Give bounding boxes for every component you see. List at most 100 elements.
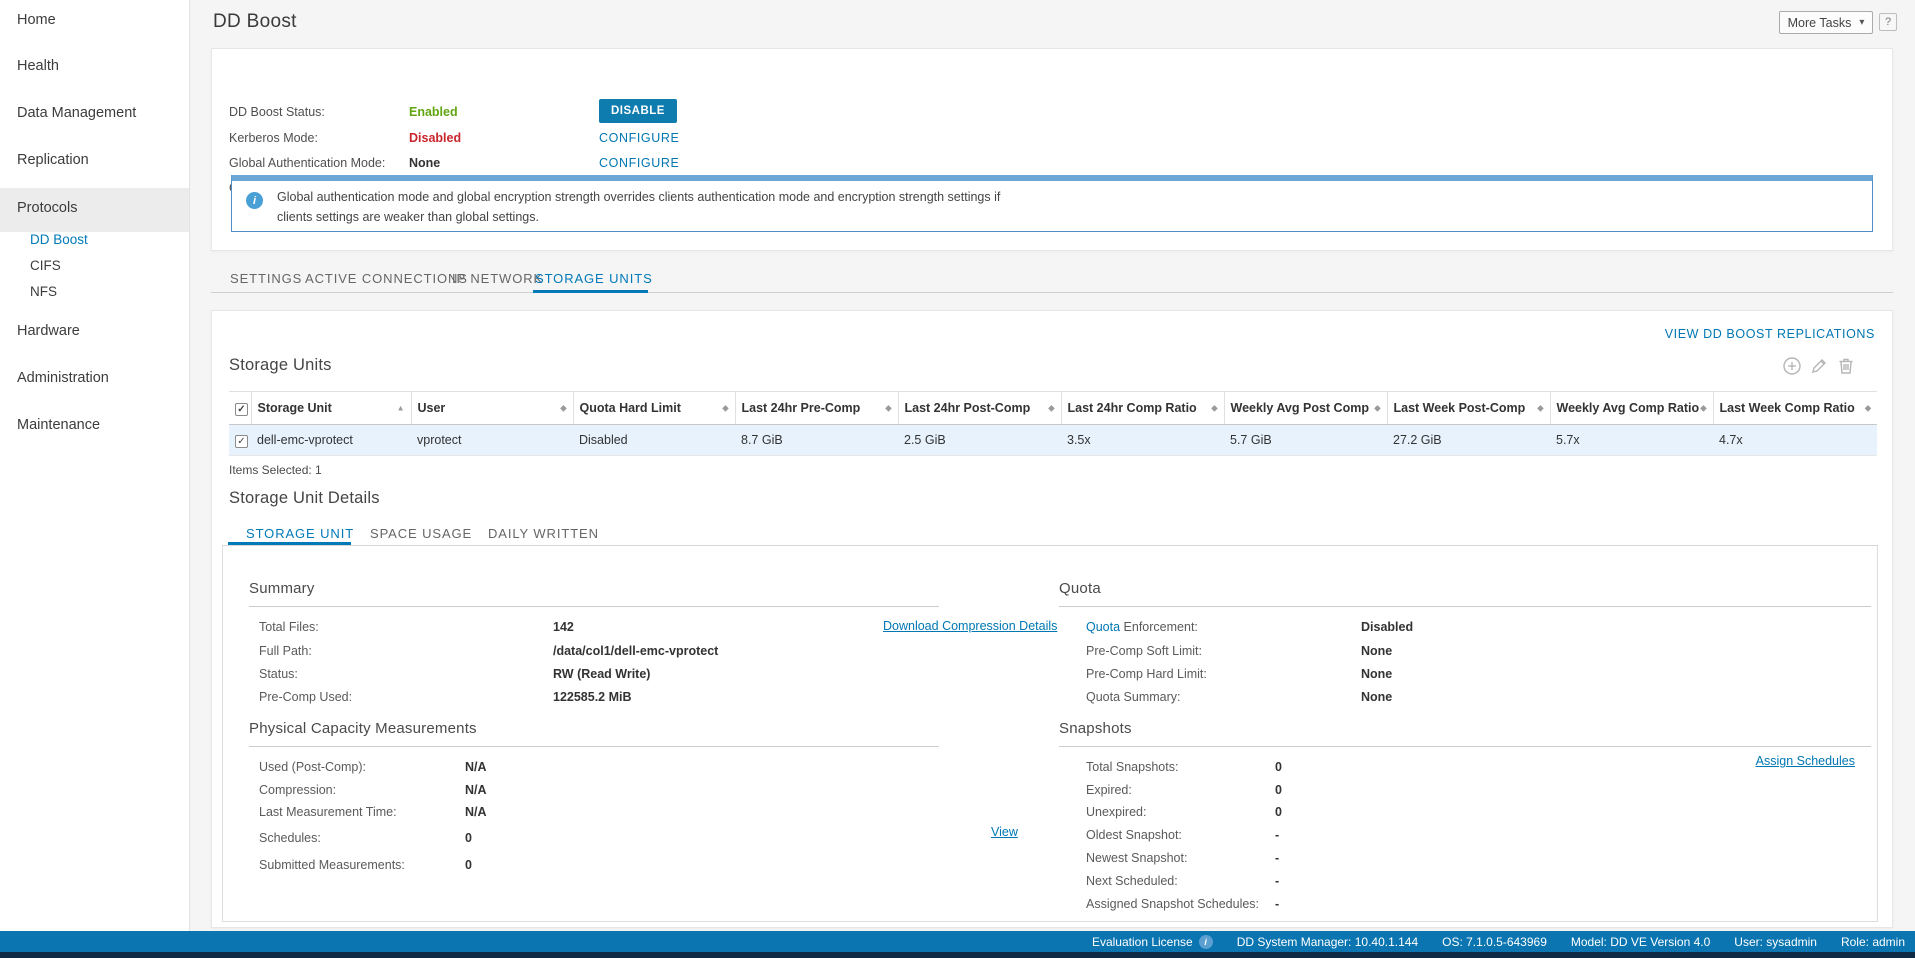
view-link[interactable]: View <box>991 825 1018 839</box>
help-button[interactable]: ? <box>1879 13 1897 31</box>
column-header-user[interactable]: User ◆ <box>411 392 573 425</box>
more-tasks-button[interactable]: More Tasks ▾ <box>1779 11 1873 34</box>
edit-storage-unit-button[interactable] <box>1809 356 1829 376</box>
column-header-last24-ratio[interactable]: Last 24hr Comp Ratio◆ <box>1061 392 1224 425</box>
total-snapshots-link[interactable]: Total Snapshots: <box>1086 760 1178 774</box>
oldest-snapshot-label: Oldest Snapshot: <box>1086 828 1182 842</box>
cell-quota-hard-limit: Disabled <box>573 425 735 456</box>
precomp-used-value: 122585.2 MiB <box>553 690 632 704</box>
column-label: User <box>418 401 446 415</box>
total-files-label: Total Files: <box>259 620 319 634</box>
tab-space-usage[interactable]: SPACE USAGE <box>370 526 472 541</box>
sidebar-item-replication[interactable]: Replication <box>17 152 89 168</box>
compression-value: N/A <box>465 783 487 797</box>
schedules-label: Schedules: <box>259 831 321 845</box>
status-label: Status: <box>259 667 298 681</box>
schedules-value: 0 <box>465 831 472 845</box>
page-title: DD Boost <box>213 11 297 33</box>
column-header-lastweek-ratio[interactable]: Last Week Comp Ratio◆ <box>1713 392 1877 425</box>
configure-auth-link[interactable]: CONFIGURE <box>599 156 679 170</box>
tab-active-connections[interactable]: ACTIVE CONNECTIONS <box>305 271 468 286</box>
sidebar-item-data-management[interactable]: Data Management <box>17 105 136 121</box>
tab-storage-unit[interactable]: STORAGE UNIT <box>246 526 354 541</box>
status-value: RW (Read Write) <box>553 667 650 681</box>
tabs-divider <box>211 292 1893 293</box>
tab-storage-units[interactable]: STORAGE UNITS <box>535 271 653 286</box>
storage-units-heading: Storage Units <box>229 356 332 375</box>
cell-last24-precomp: 8.7 GiB <box>735 425 898 456</box>
oldest-snapshot-value: - <box>1275 828 1279 842</box>
plus-circle-icon <box>1782 356 1802 376</box>
cell-last24-ratio: 3.5x <box>1061 425 1224 456</box>
disable-button[interactable]: DISABLE <box>599 99 677 123</box>
cell-user: vprotect <box>411 425 573 456</box>
enforcement-label-text: Enforcement: <box>1124 620 1198 634</box>
assigned-snapshot-schedules-value: - <box>1275 897 1279 911</box>
pencil-icon <box>1809 356 1829 376</box>
sidebar-item-nfs[interactable]: NFS <box>30 284 57 299</box>
tab-daily-written[interactable]: DAILY WRITTEN <box>488 526 599 541</box>
assign-schedules-link[interactable]: Assign Schedules <box>1756 754 1855 768</box>
user-text: User: sysadmin <box>1734 935 1817 949</box>
next-scheduled-label: Next Scheduled: <box>1086 874 1178 888</box>
next-scheduled-value: - <box>1275 874 1279 888</box>
select-all-checkbox[interactable]: ✓ <box>235 403 248 416</box>
sidebar-item-home[interactable]: Home <box>17 12 56 28</box>
column-header-storage-unit[interactable]: Storage Unit▲ <box>251 392 411 425</box>
precomp-hard-limit-value: None <box>1361 667 1392 681</box>
expired-label: Expired: <box>1086 783 1132 797</box>
system-manager-ip-text: DD System Manager: 10.40.1.144 <box>1237 935 1418 949</box>
column-header-quota-hard-limit[interactable]: Quota Hard Limit◆ <box>573 392 735 425</box>
add-storage-unit-button[interactable] <box>1782 356 1802 376</box>
total-files-value: 142 <box>553 620 574 634</box>
row-checkbox[interactable]: ✓ <box>235 435 248 448</box>
sidebar-item-dd-boost[interactable]: DD Boost <box>30 232 88 247</box>
submitted-measurements-value: 0 <box>465 858 472 872</box>
tab-settings[interactable]: SETTINGS <box>230 271 302 286</box>
info-icon: i <box>246 192 263 209</box>
dd-boost-status-label: DD Boost Status: <box>229 105 325 119</box>
column-header-last24-postcomp[interactable]: Last 24hr Post-Comp◆ <box>898 392 1061 425</box>
configure-kerberos-link[interactable]: CONFIGURE <box>599 131 679 145</box>
chevron-down-icon: ▾ <box>1859 17 1864 28</box>
cell-lastweek-ratio: 4.7x <box>1713 425 1877 456</box>
storage-unit-details-heading: Storage Unit Details <box>229 489 380 508</box>
delete-storage-unit-button[interactable] <box>1836 356 1856 376</box>
sort-asc-icon: ▲ <box>397 404 405 413</box>
active-tab-underline <box>533 290 648 293</box>
column-label: Last Week Post-Comp <box>1394 401 1526 415</box>
quota-enforcement-value: Disabled <box>1361 620 1413 634</box>
column-label: Weekly Avg Post Comp <box>1231 401 1369 415</box>
tab-ip-network[interactable]: IP NETWORK <box>452 271 543 286</box>
cell-weekly-postcomp: 5.7 GiB <box>1224 425 1387 456</box>
column-label: Last Week Comp Ratio <box>1720 401 1855 415</box>
column-header-weekly-ratio[interactable]: Weekly Avg Comp Ratio◆ <box>1550 392 1713 425</box>
expired-value: 0 <box>1275 783 1282 797</box>
precomp-soft-limit-label: Pre-Comp Soft Limit: <box>1086 644 1202 658</box>
column-header-lastweek-postcomp[interactable]: Last Week Post-Comp◆ <box>1387 392 1550 425</box>
sidebar-item-protocols[interactable]: Protocols <box>17 200 77 216</box>
quota-link[interactable]: Quota <box>1086 620 1120 634</box>
total-snapshots-value: 0 <box>1275 760 1282 774</box>
license-info-icon[interactable]: i <box>1199 935 1213 949</box>
table-row[interactable]: ✓ dell-emc-vprotect vprotect Disabled 8.… <box>229 425 1877 456</box>
quota-summary-value: None <box>1361 690 1392 704</box>
sidebar-item-maintenance[interactable]: Maintenance <box>17 417 100 433</box>
unexpired-label: Unexpired: <box>1086 805 1146 819</box>
items-selected-text: Items Selected: 1 <box>229 463 322 477</box>
sidebar-item-cifs[interactable]: CIFS <box>30 258 61 273</box>
newest-snapshot-label: Newest Snapshot: <box>1086 851 1187 865</box>
more-tasks-label: More Tasks <box>1788 16 1852 30</box>
sidebar-item-health[interactable]: Health <box>17 58 59 74</box>
column-header-last24-precomp[interactable]: Last 24hr Pre-Comp◆ <box>735 392 898 425</box>
sort-icon: ◆ <box>560 404 566 413</box>
sidebar-item-administration[interactable]: Administration <box>17 370 109 386</box>
column-header-weekly-postcomp[interactable]: Weekly Avg Post Comp◆ <box>1224 392 1387 425</box>
used-postcomp-value: N/A <box>465 760 487 774</box>
sidebar-item-hardware[interactable]: Hardware <box>17 323 80 339</box>
model-text: Model: DD VE Version 4.0 <box>1571 935 1710 949</box>
view-dd-boost-replications-link[interactable]: VIEW DD BOOST REPLICATIONS <box>1665 327 1875 341</box>
full-path-value: /data/col1/dell-emc-vprotect <box>553 644 718 658</box>
download-compression-details-link[interactable]: Download Compression Details <box>883 619 1057 633</box>
kerberos-mode-label: Kerberos Mode: <box>229 131 318 145</box>
